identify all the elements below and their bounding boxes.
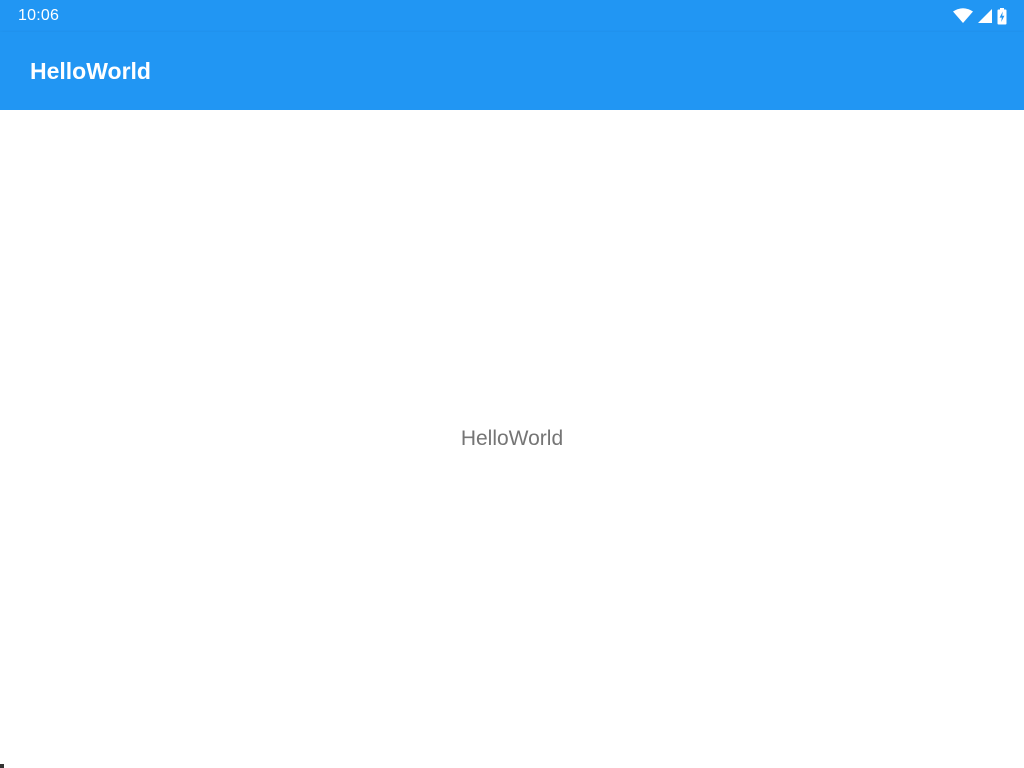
- app-screen: 10:06 HelloWorld HelloWorld: [0, 0, 1024, 768]
- wifi-icon: [953, 8, 973, 24]
- main-content: HelloWorld: [0, 110, 1024, 768]
- status-bar: 10:06: [0, 0, 1024, 32]
- status-icons: [953, 6, 1007, 26]
- cellular-signal-icon: [977, 8, 993, 24]
- status-time: 10:06: [18, 7, 60, 24]
- battery-charging-icon: [997, 7, 1007, 25]
- corner-mark: [0, 764, 4, 768]
- hello-world-label: HelloWorld: [460, 427, 564, 450]
- app-title: HelloWorld: [30, 58, 151, 84]
- app-bar: HelloWorld: [0, 32, 1024, 110]
